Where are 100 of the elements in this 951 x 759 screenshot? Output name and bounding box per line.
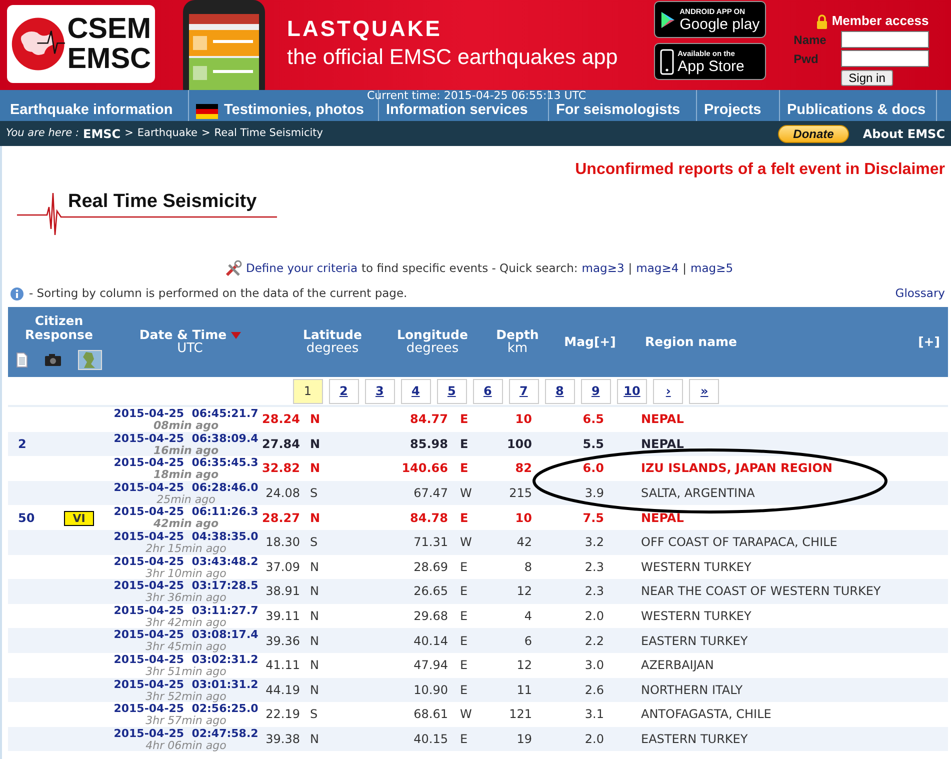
column-header[interactable]: Latitude: [303, 328, 362, 342]
event-datetime[interactable]: 2015-04-25 04:38:35.0: [110, 530, 262, 544]
logo[interactable]: CSEM EMSC: [7, 5, 155, 83]
hemisphere: E: [460, 584, 468, 598]
input-field[interactable]: [840, 31, 929, 48]
about-link[interactable]: About EMSC: [862, 124, 945, 142]
magnitude: 2.3: [584, 584, 604, 598]
page-button[interactable]: »: [689, 378, 720, 404]
quick-search-link[interactable]: mag≥4: [636, 260, 679, 278]
latitude: 38.91: [266, 584, 300, 598]
page-button[interactable]: ›: [653, 378, 684, 404]
page-button[interactable]: 5: [436, 378, 467, 404]
magnitude: 2.2: [584, 634, 604, 648]
page-button[interactable]: 2: [328, 378, 359, 404]
page-button[interactable]: 8: [544, 378, 575, 404]
column-header[interactable]: Mag[+]: [564, 335, 616, 349]
region-name: EASTERN TURKEY: [641, 634, 748, 648]
event-datetime[interactable]: 2015-04-25 03:11:27.7: [110, 604, 262, 617]
hemisphere: E: [460, 436, 468, 451]
region-name: WESTERN TURKEY: [641, 560, 752, 574]
breadcrumb-link[interactable]: EMSC: [83, 124, 121, 142]
magnitude: 2.6: [584, 682, 604, 697]
nav-item[interactable]: For seismologists: [556, 101, 680, 119]
latitude: 24.08: [266, 486, 300, 500]
hemisphere: N: [310, 682, 319, 697]
magnitude: 3.2: [584, 535, 604, 550]
column-unit: degrees: [306, 342, 359, 356]
event-datetime[interactable]: 2015-04-25 03:08:17.4: [110, 628, 262, 642]
event-datetime[interactable]: 2015-04-25 03:02:31.2: [110, 652, 262, 666]
event-datetime[interactable]: 2015-04-25 03:01:31.2: [110, 678, 262, 691]
nav-item[interactable]: Projects: [704, 101, 762, 119]
event-datetime[interactable]: 2015-04-25 02:47:58.2: [110, 726, 262, 740]
hemisphere: E: [460, 412, 468, 426]
hemisphere: S: [310, 535, 318, 550]
region-name: NORTHERN ITALY: [641, 682, 743, 697]
hemisphere: E: [460, 510, 468, 525]
page-button[interactable]: 1: [292, 378, 323, 404]
longitude: 26.65: [414, 584, 448, 598]
column-unit: degrees: [406, 342, 459, 356]
event-datetime[interactable]: 2015-04-25 06:45:21.7: [110, 407, 262, 420]
input-field[interactable]: [840, 50, 929, 67]
region-name: AZERBAIJAN: [641, 658, 714, 672]
sign-in-button[interactable]: Sign in: [840, 70, 894, 86]
nav-item[interactable]: Testimonies, photos: [196, 101, 364, 119]
latitude: 27.84: [262, 436, 300, 451]
magnitude: 2.0: [584, 609, 604, 624]
column-header[interactable]: Longitude: [397, 328, 468, 342]
latitude: 39.36: [266, 634, 300, 648]
nav-item[interactable]: Publications & docs: [787, 101, 926, 119]
hemisphere: E: [460, 609, 468, 624]
hemisphere: N: [310, 510, 320, 525]
page-button[interactable]: 7: [508, 378, 539, 404]
event-datetime[interactable]: 2015-04-25 03:17:28.5: [110, 579, 262, 592]
page-button[interactable]: 6: [472, 378, 503, 404]
event-datetime[interactable]: 2015-04-25 02:56:25.0: [110, 702, 262, 716]
page-button[interactable]: 3: [364, 378, 395, 404]
column-header[interactable]: Depth: [496, 328, 539, 342]
page-button[interactable]: 4: [400, 378, 431, 404]
event-datetime[interactable]: 2015-04-25 06:28:46.0: [110, 480, 262, 494]
sorting-note: - Sorting by column is performed on the data of the current page.: [29, 285, 408, 302]
event-datetime[interactable]: 2015-04-25 06:35:45.3: [110, 456, 262, 470]
column-header[interactable]: Date & Time: [139, 328, 241, 342]
hemisphere: N: [310, 732, 319, 746]
quick-search-link[interactable]: mag≥5: [690, 260, 734, 278]
breadcrumb-link[interactable]: Real Time Seismicity: [214, 126, 323, 142]
page-button[interactable]: 10: [616, 378, 648, 404]
hemisphere: W: [460, 707, 472, 722]
longitude: 28.69: [414, 560, 448, 574]
longitude: 84.78: [410, 510, 448, 525]
column-header[interactable]: [+]: [918, 335, 940, 349]
donate-button[interactable]: Donate: [778, 124, 849, 142]
hemisphere: E: [460, 732, 468, 746]
column-header[interactable]: Citizen Response: [19, 314, 99, 342]
longitude: 29.68: [414, 609, 448, 624]
time-ago: 25min ago: [156, 494, 216, 506]
breadcrumb-link[interactable]: Earthquake: [137, 126, 198, 142]
event-datetime[interactable]: 2015-04-25 06:38:09.4: [110, 432, 262, 445]
event-datetime[interactable]: 2015-04-25 03:43:48.2: [110, 554, 262, 568]
column-header[interactable]: Region name: [645, 335, 738, 349]
phone-icon: [660, 48, 674, 74]
hemisphere: W: [460, 486, 472, 500]
nav-item[interactable]: Information services: [386, 101, 528, 119]
hemisphere: N: [310, 560, 319, 574]
page-button[interactable]: 9: [580, 378, 611, 404]
member-access-title: Member access: [832, 12, 929, 30]
nav-item[interactable]: Earthquake information: [10, 101, 173, 119]
response-count[interactable]: 2: [18, 436, 26, 451]
response-count[interactable]: 50: [18, 510, 35, 525]
hemisphere: N: [310, 658, 319, 672]
magnitude: 7.5: [582, 510, 604, 525]
criteria-link[interactable]: Define your criteria: [246, 260, 358, 278]
camera-icon: [44, 353, 62, 367]
quick-search-link[interactable]: mag≥3: [582, 260, 624, 278]
depth: 10: [515, 510, 532, 525]
glossary-link[interactable]: Glossary: [895, 285, 945, 303]
event-datetime[interactable]: 2015-04-25 06:11:26.3: [110, 505, 262, 518]
hemisphere: E: [460, 461, 468, 476]
disclaimer-link[interactable]: Disclaimer: [864, 161, 945, 178]
sort-desc-icon: [230, 332, 241, 338]
longitude: 84.77: [410, 412, 448, 426]
